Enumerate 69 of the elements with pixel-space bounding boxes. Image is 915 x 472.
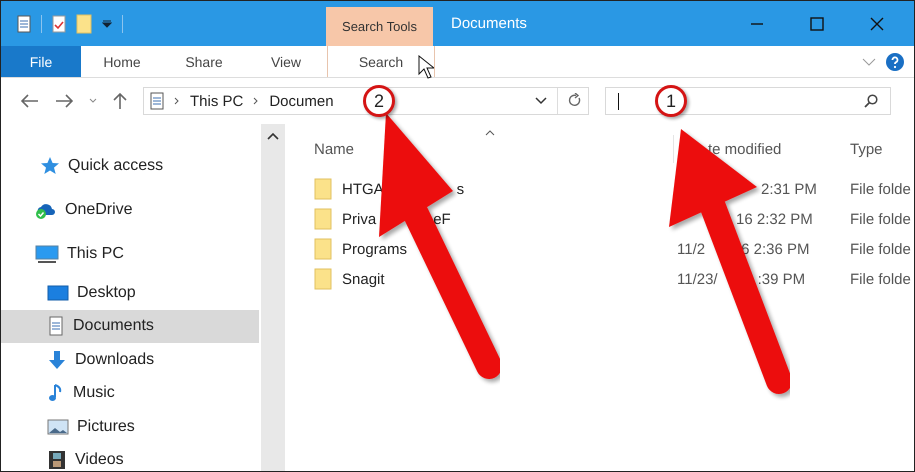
folder-icon bbox=[314, 268, 332, 290]
monitor-icon bbox=[35, 244, 59, 264]
date-cell: 2:31 PM bbox=[761, 180, 817, 198]
nav-item[interactable]: OneDrive bbox=[1, 188, 259, 232]
document-icon[interactable] bbox=[17, 14, 31, 32]
ribbon-tab[interactable]: Share bbox=[163, 46, 245, 77]
file-tab[interactable]: File bbox=[1, 46, 81, 77]
cursor-icon bbox=[418, 55, 434, 79]
file-name[interactable]: Snagit bbox=[342, 270, 385, 288]
column-header[interactable]: Name bbox=[314, 140, 673, 158]
chevron-icon[interactable] bbox=[89, 98, 97, 104]
nav-item[interactable]: Quick access bbox=[1, 144, 259, 188]
type-cell: File folde bbox=[850, 270, 911, 288]
date-cell: 11/2 bbox=[677, 240, 706, 258]
file-name[interactable]: eF bbox=[433, 210, 451, 228]
nav-item[interactable]: Downloads bbox=[1, 343, 259, 376]
type-cell: File folde bbox=[850, 210, 911, 228]
refresh-icon[interactable] bbox=[568, 93, 582, 109]
type-cell: File folde bbox=[850, 180, 911, 198]
type-cell: File folde bbox=[850, 240, 911, 258]
folder-icon bbox=[314, 208, 332, 230]
forward-icon[interactable] bbox=[55, 94, 73, 108]
file-name[interactable]: HTGA bbox=[342, 180, 384, 198]
close-icon[interactable] bbox=[870, 16, 884, 30]
file-name[interactable]: Priva bbox=[342, 210, 376, 228]
nav-item[interactable]: This PC bbox=[1, 232, 259, 276]
window-title: Documents bbox=[450, 15, 528, 32]
document-icon bbox=[150, 92, 164, 110]
search-icon[interactable] bbox=[864, 94, 878, 108]
search-field[interactable] bbox=[605, 87, 891, 115]
nav-item[interactable]: Pictures bbox=[1, 410, 259, 444]
date-cell: 16 2:32 PM bbox=[736, 210, 813, 228]
maximize-icon[interactable] bbox=[810, 16, 824, 30]
dropdown-icon[interactable] bbox=[535, 97, 547, 105]
file-name[interactable]: Programs bbox=[342, 240, 408, 258]
callout-badge: 2 bbox=[363, 85, 395, 117]
nav-item[interactable]: Desktop bbox=[1, 276, 259, 310]
nav-item[interactable]: Videos bbox=[1, 444, 259, 471]
ribbon-tab[interactable]: Search bbox=[327, 46, 435, 77]
folder-icon bbox=[314, 238, 332, 260]
film-icon bbox=[47, 450, 67, 470]
chevron-right-icon bbox=[253, 97, 260, 105]
callout-badge: 1 bbox=[655, 85, 687, 117]
download-icon bbox=[47, 350, 67, 370]
dropdown-icon[interactable] bbox=[102, 18, 112, 28]
up-icon[interactable] bbox=[113, 92, 127, 110]
nav-item[interactable]: Music bbox=[1, 376, 259, 410]
folder-icon bbox=[314, 178, 332, 200]
file-name[interactable]: s bbox=[456, 180, 464, 198]
ribbon-tab[interactable]: View bbox=[245, 46, 327, 77]
scrollbar[interactable] bbox=[261, 124, 285, 471]
back-icon[interactable] bbox=[21, 94, 39, 108]
nav-item[interactable]: Documents bbox=[1, 310, 259, 343]
chevron-icon[interactable] bbox=[862, 58, 876, 66]
breadcrumb[interactable]: This PC bbox=[190, 92, 244, 110]
scroll-up-icon[interactable] bbox=[267, 132, 279, 140]
date-cell: 11/23/ bbox=[677, 270, 718, 288]
picture-icon bbox=[47, 418, 69, 436]
ribbon-tab[interactable]: Home bbox=[81, 46, 163, 77]
checklist-icon[interactable] bbox=[52, 14, 66, 32]
sort-caret-icon bbox=[485, 130, 495, 136]
column-header[interactable]: Type bbox=[850, 135, 883, 163]
desktop-icon bbox=[47, 284, 69, 302]
help-icon[interactable] bbox=[886, 52, 904, 70]
date-cell: :39 PM bbox=[758, 270, 806, 288]
chevron-right-icon bbox=[174, 97, 180, 105]
context-tab-label: Search Tools bbox=[326, 7, 433, 46]
breadcrumb[interactable]: Documen bbox=[269, 92, 334, 110]
document-icon bbox=[47, 316, 65, 336]
